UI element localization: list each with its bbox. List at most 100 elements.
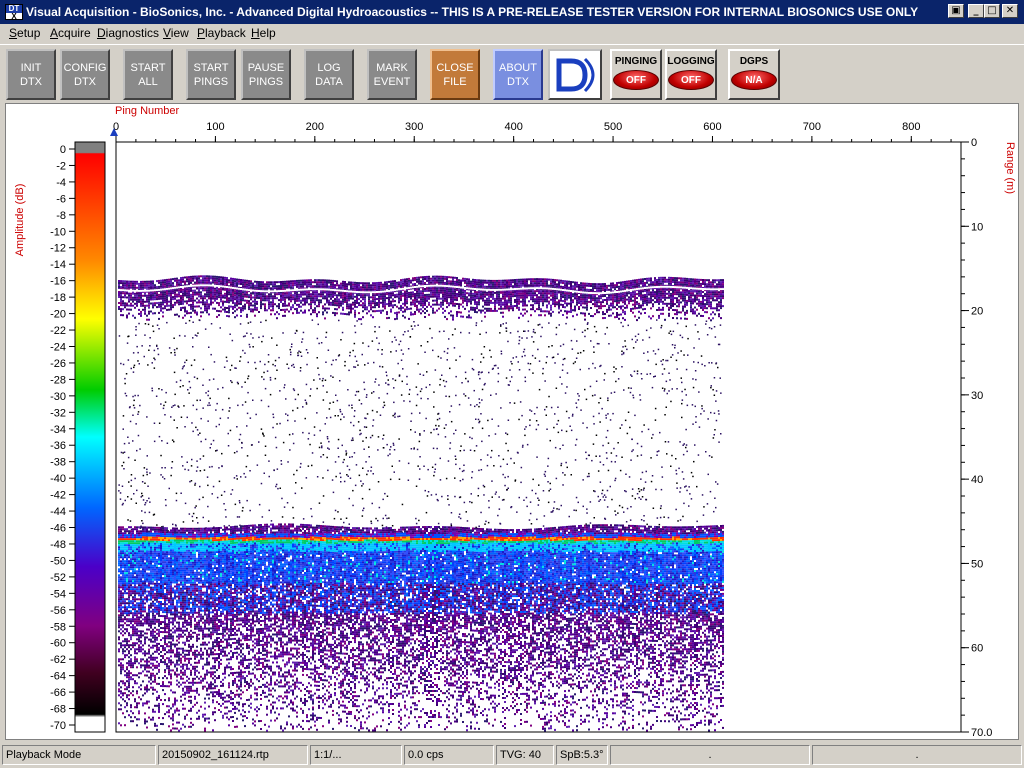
dgps-indicator: DGPS N/A [728,49,780,100]
colorbar-tick-label: -58 [50,621,66,633]
menu-setup[interactable]: Setup [9,26,40,40]
status-field-7: . [610,745,810,765]
echogram-panel[interactable]: Ping Number Amplitude (dB) Range (m) 0 -2… [5,103,1019,740]
logging-indicator: LOGGING OFF [665,49,717,100]
colorbar-tick-label: -64 [50,671,66,683]
colorbar-tick-label: -56 [50,605,66,617]
colorbar-tick-label: -52 [50,572,66,584]
status-spb: SpB:5.3° [556,745,608,765]
colorbar-tick-label: -12 [50,243,66,255]
start-all-button[interactable]: START ALL [123,49,173,100]
status-ratio: 1:1/... [310,745,402,765]
colorbar-tick-label: -36 [50,440,66,452]
main-window: DT X Visual Acquisition - BioSonics, Inc.… [0,0,1024,768]
colorbar-tick-label: -28 [50,374,66,386]
status-field-8: . [812,745,1022,765]
colorbar-tick-label: -68 [50,704,66,716]
colorbar-tick-label: -30 [50,391,66,403]
colorbar-tick-label: -6 [56,193,66,205]
pinging-indicator: PINGING OFF [610,49,662,100]
pinging-status-lamp: OFF [613,70,659,90]
colorbar-ticks: 0 -2 -4 -6 -8 -10 -12 -14 -16 -18 -20 -22 -24 -26 -28 -… [50,144,75,732]
colorbar-tick-label: -42 [50,490,66,502]
maximize-button[interactable]: □ [984,4,1000,18]
colorbar-tick-label: -54 [50,588,66,600]
colorbar-tick-label: -2 [56,160,66,172]
x-tick-label: 400 [504,121,522,133]
mark-event-button[interactable]: MARK EVENT [367,49,417,100]
colorbar-tick-label: -50 [50,555,66,567]
dgps-status-lamp: N/A [731,70,777,90]
menu-diagnostics[interactable]: Diagnostics [97,26,159,40]
x-tick-label: 300 [405,121,423,133]
toolbar: INIT DTX CONFIG DTX START ALL START PINGS PA… [0,44,1024,104]
colorbar [75,142,105,732]
colorbar-tick-label: -44 [50,506,66,518]
colorbar-tick-label: -66 [50,687,66,699]
log-data-button[interactable]: LOG DATA [304,49,354,100]
x-tick-label: 200 [306,121,324,133]
y-axis: 0 10 20 30 40 50 60 70.0 [961,137,992,739]
menu-view[interactable]: View [163,26,189,40]
menu-help[interactable]: Help [251,26,276,40]
colorbar-tick-label: -4 [56,177,66,189]
y-tick-label: 70.0 [971,727,992,739]
y-axis-label: Range (m) [1004,142,1016,194]
x-tick-label: 600 [703,121,721,133]
status-tvg: TVG: 40 [496,745,554,765]
y-tick-label: 20 [971,306,983,318]
colorbar-tick-label: -46 [50,523,66,535]
close-file-button[interactable]: CLOSE FILE [430,49,480,100]
window-title: Visual Acquisition - BioSonics, Inc. - A… [26,5,918,19]
x-axis-label: Ping Number [115,105,180,117]
x-tick-label: 500 [604,121,622,133]
colorbar-tick-label: -22 [50,325,66,337]
menu-bar: Setup Acquire Diagnostics View Playback … [0,24,1024,42]
colorbar-tick-label: -48 [50,539,66,551]
close-button[interactable]: ✕ [1002,4,1018,18]
colorbar-tick-label: -26 [50,358,66,370]
logging-status-lamp: OFF [668,70,714,90]
colorbar-tick-label: -38 [50,457,66,469]
config-dtx-button[interactable]: CONFIG DTX [60,49,110,100]
start-pings-button[interactable]: START PINGS [186,49,236,100]
y-tick-label: 30 [971,390,983,402]
colorbar-tick-label: -70 [50,720,66,732]
colorbar-tick-label: -24 [50,341,66,353]
x-tick-label: 800 [902,121,920,133]
colorbar-tick-label: -32 [50,407,66,419]
colorbar-tick-label: -60 [50,638,66,650]
status-mode: Playback Mode [2,745,156,765]
init-dtx-button[interactable]: INIT DTX [6,49,56,100]
app-icon[interactable]: DT X [5,4,23,20]
x-axis: 0 100 200 300 400 500 600 700 800 [113,121,951,142]
status-file: 20150902_161124.rtp [158,745,308,765]
y-tick-label: 0 [971,137,977,149]
colorbar-tick-label: 0 [60,144,66,156]
y-tick-label: 10 [971,221,983,233]
colorbar-tick-label: -10 [50,226,66,238]
y-tick-label: 40 [971,474,983,486]
colorbar-tick-label: -16 [50,276,66,288]
colorbar-label: Amplitude (dB) [14,184,26,257]
colorbar-tick-label: -34 [50,424,66,436]
restore-icon[interactable]: ▣ [948,4,964,18]
x-tick-label: 700 [803,121,821,133]
colorbar-tick-label: -62 [50,654,66,666]
y-tick-label: 60 [971,643,983,655]
title-bar: DT X Visual Acquisition - BioSonics, Inc.… [0,0,1024,24]
biosonics-logo-icon[interactable] [548,49,602,100]
colorbar-tick-label: -8 [56,210,66,222]
status-bar: Playback Mode 20150902_161124.rtp 1:1/..… [0,744,1024,768]
colorbar-tick-label: -20 [50,309,66,321]
menu-acquire[interactable]: Acquire [50,26,91,40]
status-cps: 0.0 cps [404,745,494,765]
minimize-button[interactable]: _ [968,4,984,18]
y-tick-label: 50 [971,558,983,570]
pause-pings-button[interactable]: PAUSE PINGS [241,49,291,100]
about-dtx-button[interactable]: ABOUT DTX [493,49,543,100]
menu-playback[interactable]: Playback [197,26,246,40]
colorbar-tick-label: -40 [50,473,66,485]
colorbar-tick-label: -18 [50,292,66,304]
colorbar-tick-label: -14 [50,259,66,271]
